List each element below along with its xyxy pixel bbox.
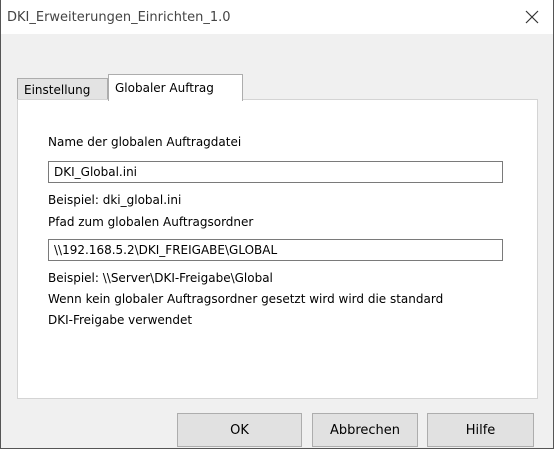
folder-input[interactable] xyxy=(48,239,503,261)
file-name-input[interactable] xyxy=(48,161,503,183)
tab-label: Einstellung xyxy=(24,82,91,97)
ok-button[interactable]: OK xyxy=(177,413,302,447)
tab-einstellung[interactable]: Einstellung xyxy=(17,78,108,100)
window-title: DKI_Erweiterungen_Einrichten_1.0 xyxy=(7,9,231,25)
title-bar: DKI_Erweiterungen_Einrichten_1.0 xyxy=(1,0,553,34)
note-line-1: Wenn kein globaler Auftragsordner gesetz… xyxy=(48,292,444,306)
dialog-window: DKI_Erweiterungen_Einrichten_1.0 Einstel… xyxy=(0,0,554,449)
folder-example: Beispiel: \\Server\DKI-Freigabe\Global xyxy=(48,271,273,285)
file-name-label: Name der globalen Auftragdatei xyxy=(48,135,242,149)
note-line-2: DKI-Freigabe verwendet xyxy=(48,313,193,327)
tab-globaler-auftrag[interactable]: Globaler Auftrag xyxy=(108,74,243,101)
folder-label: Pfad zum globalen Auftragsordner xyxy=(48,215,254,229)
close-icon[interactable] xyxy=(523,8,541,26)
close-x-glyph xyxy=(525,10,539,24)
tab-label: Globaler Auftrag xyxy=(115,81,214,95)
tab-panel: Name der globalen Auftragdatei Beispiel:… xyxy=(17,99,538,399)
help-button[interactable]: Hilfe xyxy=(427,413,534,447)
cancel-button[interactable]: Abbrechen xyxy=(312,413,418,447)
file-name-example: Beispiel: dki_global.ini xyxy=(48,193,182,207)
